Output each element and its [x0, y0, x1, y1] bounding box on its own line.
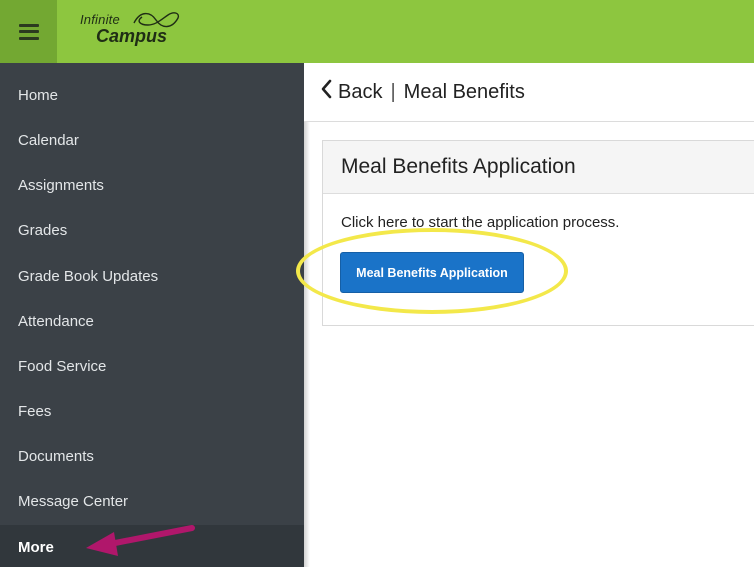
sidebar-item-message-center[interactable]: Message Center: [0, 479, 304, 524]
application-card: Meal Benefits Application Click here to …: [322, 140, 754, 326]
logo-line2: Campus: [96, 26, 168, 46]
sidebar-shadow: [304, 63, 310, 567]
back-button[interactable]: Back | Meal Benefits: [320, 79, 525, 105]
instructions-text: Click here to start the application proc…: [341, 214, 620, 231]
chevron-left-icon: [320, 79, 332, 105]
sidebar-item-documents[interactable]: Documents: [0, 434, 304, 479]
sidebar: Home Calendar Assignments Grades Grade B…: [0, 63, 304, 567]
sidebar-item-home[interactable]: Home: [0, 73, 304, 118]
sidebar-item-label: Food Service: [18, 358, 107, 375]
sidebar-item-label: Attendance: [18, 313, 94, 330]
logo-line1: Infinite: [80, 12, 120, 27]
sidebar-item-assignments[interactable]: Assignments: [0, 163, 304, 208]
sidebar-item-food-service[interactable]: Food Service: [0, 344, 304, 389]
sidebar-item-fees[interactable]: Fees: [0, 389, 304, 434]
hamburger-icon: [18, 23, 39, 40]
sidebar-item-more[interactable]: More: [0, 525, 304, 567]
sidebar-item-label: Message Center: [18, 493, 129, 510]
sidebar-item-calendar[interactable]: Calendar: [0, 118, 304, 163]
sidebar-item-label: Home: [18, 87, 59, 104]
app-window: Infinite Campus Home Calendar Assignment…: [0, 0, 754, 567]
header-separator: |: [390, 80, 396, 103]
sidebar-item-label: Grade Book Updates: [18, 268, 159, 285]
sidebar-item-label: Assignments: [18, 177, 104, 194]
sidebar-item-grades[interactable]: Grades: [0, 208, 304, 253]
top-bar: Infinite Campus: [0, 0, 754, 63]
back-label: Back: [338, 80, 383, 103]
meal-benefits-application-button[interactable]: Meal Benefits Application: [340, 252, 524, 293]
page-header: Back | Meal Benefits: [304, 63, 754, 122]
menu-button[interactable]: [0, 0, 57, 63]
sidebar-item-label: Grades: [18, 222, 68, 239]
card-title: Meal Benefits Application: [323, 141, 754, 194]
sidebar-item-label: More: [18, 539, 54, 556]
infinite-campus-logo: Infinite Campus: [78, 9, 188, 49]
sidebar-item-label: Fees: [18, 403, 52, 420]
sidebar-item-label: Documents: [18, 448, 94, 465]
page-title: Meal Benefits: [403, 80, 525, 103]
sidebar-item-label: Calendar: [18, 132, 79, 149]
sidebar-item-grade-book-updates[interactable]: Grade Book Updates: [0, 254, 304, 299]
sidebar-item-attendance[interactable]: Attendance: [0, 299, 304, 344]
